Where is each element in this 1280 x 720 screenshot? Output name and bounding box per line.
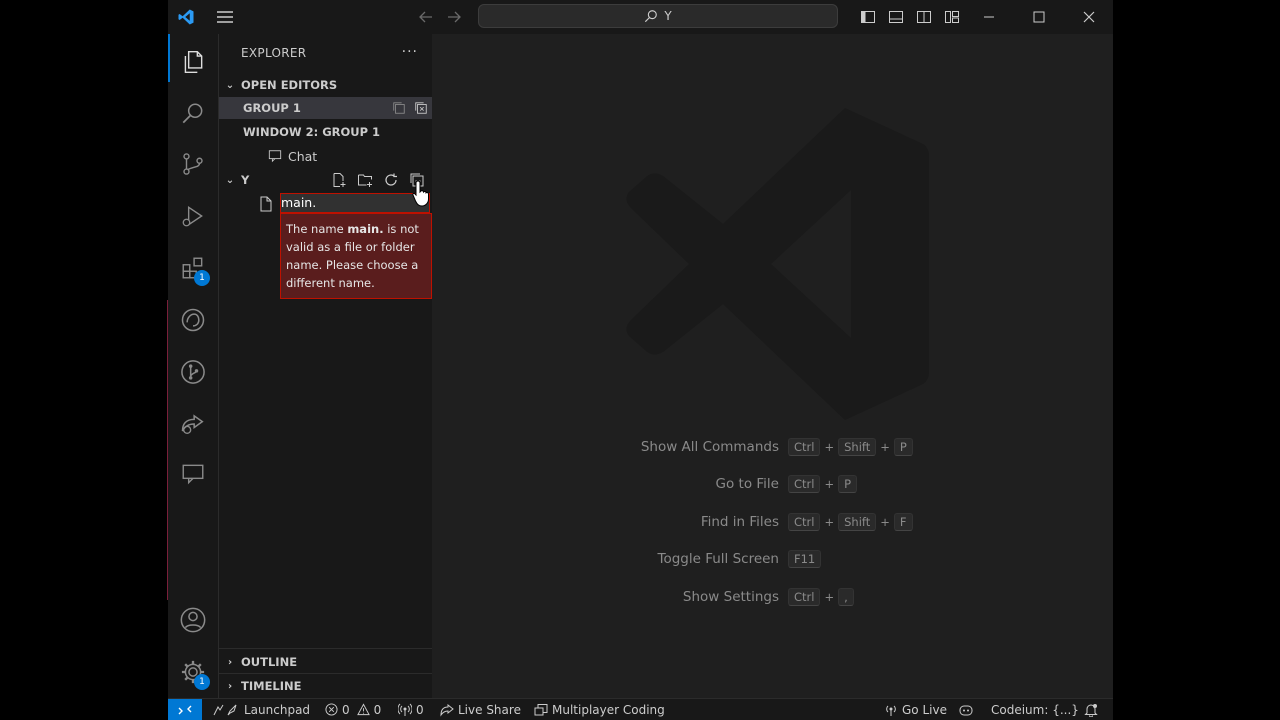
section-divider — [219, 673, 432, 674]
status-bar: Launchpad 0 0 0 Live Share Multiplayer C… — [168, 698, 1113, 720]
open-editor-chat[interactable]: Chat — [219, 145, 432, 167]
hint-go-to-file-keys: Ctrl + P — [788, 475, 861, 493]
extensions-icon[interactable]: 1 — [168, 244, 218, 292]
customize-layout-icon[interactable] — [940, 0, 964, 34]
vscode-logo-icon — [174, 0, 198, 34]
chevron-right-icon: › — [227, 680, 233, 692]
hint-toggle-full-screen-label: Toggle Full Screen — [657, 551, 780, 567]
minimize-icon[interactable] — [974, 0, 1004, 34]
hint-go-to-file-label: Go to File — [715, 476, 779, 492]
menu-icon[interactable] — [212, 0, 238, 34]
new-folder-icon[interactable] — [357, 172, 373, 188]
hint-find-in-files-keys: Ctrl + Shift + F — [788, 513, 917, 531]
broadcast-icon — [884, 703, 898, 717]
extensions-badge: 1 — [194, 270, 210, 286]
manage-gear-icon[interactable]: 1 — [168, 648, 218, 696]
copilot-icon[interactable] — [958, 699, 974, 720]
refresh-icon[interactable] — [383, 172, 399, 188]
file-icon — [259, 196, 273, 212]
toggle-secondary-sidebar-icon[interactable] — [912, 0, 936, 34]
hint-show-settings-label: Show Settings — [682, 589, 779, 605]
toggle-panel-icon[interactable] — [884, 0, 908, 34]
open-editors-group-1[interactable]: GROUP 1 — [219, 97, 432, 119]
new-file-icon[interactable] — [331, 172, 347, 188]
ports-item[interactable]: 0 — [398, 699, 424, 720]
editor-area: Show All Commands Ctrl + Shift + P Go to… — [433, 34, 1113, 698]
run-debug-icon[interactable] — [168, 192, 218, 240]
hint-show-all-commands-label: Show All Commands — [640, 439, 779, 455]
chevron-right-icon: › — [227, 656, 233, 668]
chat-icon — [268, 149, 282, 163]
toggle-primary-sidebar-icon[interactable] — [856, 0, 880, 34]
back-arrow-icon[interactable] — [414, 0, 438, 34]
title-bar: Y — [168, 0, 1113, 34]
hint-show-all-commands-keys: Ctrl + Shift + P — [788, 438, 917, 456]
close-group-icon[interactable] — [414, 101, 428, 115]
save-all-icon[interactable] — [392, 101, 406, 115]
open-editors-window-2[interactable]: WINDOW 2: GROUP 1 — [219, 121, 432, 143]
search-icon[interactable] — [168, 90, 218, 138]
chevron-down-icon: ⌄ — [225, 79, 235, 91]
go-live-item[interactable]: Go Live — [884, 699, 947, 720]
comments-icon[interactable] — [168, 450, 218, 498]
vscode-watermark-icon — [623, 104, 933, 424]
codeium-item[interactable]: Codeium: {...} — [991, 699, 1079, 720]
git-graph-icon[interactable] — [168, 348, 218, 396]
hint-find-in-files-label: Find in Files — [700, 514, 779, 530]
section-divider — [219, 648, 432, 649]
remote-explorer-icon[interactable] — [168, 296, 218, 344]
hint-show-settings-keys: Ctrl + , — [788, 588, 858, 606]
search-text: Y — [664, 9, 672, 23]
outline-header[interactable]: › OUTLINE — [219, 651, 432, 673]
sidebar-title: EXPLORER — [241, 46, 307, 60]
live-share-icon — [440, 703, 454, 717]
notifications-bell-icon[interactable] — [1084, 699, 1098, 720]
maximize-icon[interactable] — [1024, 0, 1054, 34]
source-control-icon[interactable] — [168, 140, 218, 188]
explorer-sidebar: EXPLORER ··· ⌄ OPEN EDITORS GROUP 1 WIND… — [219, 34, 432, 698]
live-share-status[interactable]: Live Share — [440, 699, 521, 720]
hint-toggle-full-screen-keys: F11 — [788, 550, 825, 568]
activity-bar: 1 1 — [168, 34, 219, 698]
chevron-down-icon: ⌄ — [225, 174, 235, 186]
live-share-icon[interactable] — [168, 400, 218, 448]
remote-indicator-icon[interactable] — [168, 699, 202, 720]
more-actions-icon[interactable]: ··· — [402, 44, 418, 60]
problems-item[interactable]: 0 0 — [325, 699, 381, 720]
timeline-header[interactable]: › TIMELINE — [219, 675, 432, 697]
close-icon[interactable] — [1074, 0, 1104, 34]
multiplayer-coding-item[interactable]: Multiplayer Coding — [534, 699, 665, 720]
settings-badge: 1 — [194, 674, 210, 690]
rocket-icon — [212, 703, 240, 717]
multiplayer-icon — [534, 703, 548, 717]
window-edge-accent — [167, 300, 168, 600]
forward-arrow-icon[interactable] — [442, 0, 466, 34]
error-icon — [325, 703, 338, 716]
accounts-icon[interactable] — [168, 596, 218, 644]
warning-icon — [356, 703, 370, 716]
broadcast-icon — [398, 703, 412, 717]
explorer-icon[interactable] — [168, 38, 218, 86]
validation-error-message: The name main. is not valid as a file or… — [280, 213, 432, 299]
folder-y-header[interactable]: ⌄ Y — [219, 169, 432, 191]
open-editors-header[interactable]: ⌄ OPEN EDITORS — [219, 74, 432, 96]
rename-input[interactable]: main. — [280, 193, 430, 213]
search-icon — [644, 9, 658, 23]
command-center-search[interactable]: Y — [478, 4, 838, 28]
hand-cursor-icon — [412, 179, 434, 209]
launchpad-item[interactable]: Launchpad — [212, 699, 310, 720]
vscode-window: Y 1 1 EXPLORER ··· ⌄ OPEN EDITORS GROUP … — [168, 0, 1113, 720]
